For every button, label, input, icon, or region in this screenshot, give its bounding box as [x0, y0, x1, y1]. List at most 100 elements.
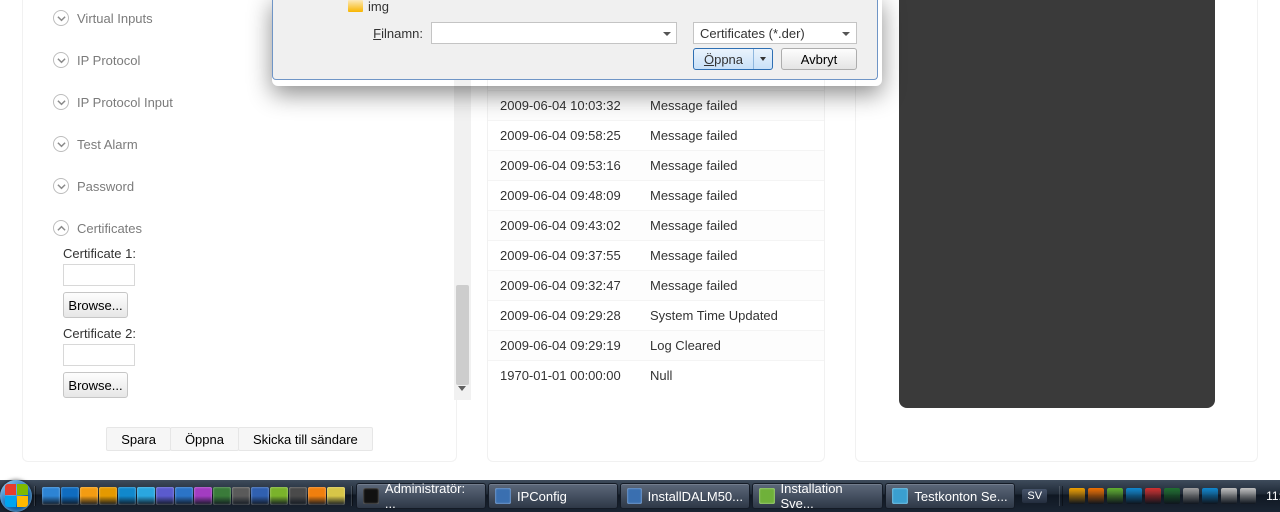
accordion-label: Test Alarm: [77, 137, 138, 152]
certificate1-label: Certificate 1:: [63, 246, 426, 261]
log-message: System Time Updated: [650, 308, 812, 323]
log-row[interactable]: 2009-06-04 09:29:19Log Cleared: [488, 330, 824, 360]
log-message: Log Cleared: [650, 338, 812, 353]
folder-list-item[interactable]: img: [348, 0, 389, 12]
log-row[interactable]: 1970-01-01 00:00:00Null: [488, 360, 824, 390]
log-time: 2009-06-04 09:43:02: [500, 218, 650, 233]
quicklaunch-icon[interactable]: [61, 487, 79, 505]
filetype-select[interactable]: Certificates (*.der): [693, 22, 857, 44]
send-button[interactable]: Skicka till sändare: [238, 427, 373, 451]
quicklaunch-icon[interactable]: [308, 487, 326, 505]
folder-icon: [348, 0, 363, 12]
log-row[interactable]: 2009-06-04 09:48:09Message failed: [488, 180, 824, 210]
accordion-item-certificates[interactable]: Certificates: [23, 214, 456, 242]
log-message: Message failed: [650, 158, 812, 173]
clock[interactable]: 11:50: [1266, 489, 1280, 503]
accordion-item-password[interactable]: Password: [23, 172, 456, 200]
preview-panel: [855, 0, 1258, 462]
taskbar-button-label: Administratör: ...: [385, 481, 479, 511]
log-time: 2009-06-04 09:32:47: [500, 278, 650, 293]
taskbar-button[interactable]: Testkonton Se...: [885, 483, 1015, 509]
log-message: Message failed: [650, 278, 812, 293]
certificate1-browse-button[interactable]: Browse...: [63, 292, 128, 318]
log-message: Message failed: [650, 128, 812, 143]
log-row[interactable]: 2009-06-04 10:03:32Message failed: [488, 90, 824, 120]
quicklaunch-icon[interactable]: [327, 487, 345, 505]
taskbar-button[interactable]: IPConfig: [488, 483, 618, 509]
quicklaunch-icon[interactable]: [42, 487, 60, 505]
certificate1-input[interactable]: [63, 264, 135, 286]
tray-icon[interactable]: [1202, 488, 1218, 504]
dialog-cancel-button[interactable]: Avbryt: [781, 48, 857, 70]
log-message: Null: [650, 368, 812, 383]
certificates-body: Certificate 1: Browse... Certificate 2: …: [23, 242, 456, 416]
preview-area: [899, 0, 1215, 408]
accordion-label: IP Protocol Input: [77, 95, 173, 110]
accordion-label: Certificates: [77, 221, 142, 236]
log-time: 2009-06-04 09:29:19: [500, 338, 650, 353]
app-icon: [759, 488, 775, 504]
accordion-item-ip-protocol-input[interactable]: IP Protocol Input: [23, 88, 456, 116]
quicklaunch-icon[interactable]: [118, 487, 136, 505]
quicklaunch-icon[interactable]: [289, 487, 307, 505]
log-time: 2009-06-04 09:48:09: [500, 188, 650, 203]
app-icon: [495, 488, 511, 504]
chevron-down-icon: [53, 136, 69, 152]
quicklaunch-icon[interactable]: [137, 487, 155, 505]
tray-icon[interactable]: [1088, 488, 1104, 504]
certificate2-browse-button[interactable]: Browse...: [63, 372, 128, 398]
chevron-up-icon: [53, 220, 69, 236]
taskbar-button-label: IPConfig: [517, 489, 567, 504]
log-row[interactable]: 2009-06-04 09:29:28System Time Updated: [488, 300, 824, 330]
chevron-down-icon: [53, 178, 69, 194]
log-row[interactable]: 2009-06-04 09:58:25Message failed: [488, 120, 824, 150]
app-icon: [363, 488, 379, 504]
tray-icon[interactable]: [1126, 488, 1142, 504]
taskbar-button[interactable]: Administratör: ...: [356, 483, 486, 509]
tray-icon[interactable]: [1240, 488, 1256, 504]
quicklaunch-icon[interactable]: [156, 487, 174, 505]
log-row[interactable]: 2009-06-04 09:43:02Message failed: [488, 210, 824, 240]
open-button[interactable]: Öppna: [170, 427, 239, 451]
filetype-value: Certificates (*.der): [700, 26, 805, 41]
log-time: 2009-06-04 09:37:55: [500, 248, 650, 263]
tray-icon[interactable]: [1221, 488, 1237, 504]
taskbar-button[interactable]: Installation Sve...: [752, 483, 883, 509]
language-indicator[interactable]: SV: [1022, 489, 1047, 503]
dialog-open-button[interactable]: Öppna: [693, 48, 773, 70]
chevron-down-icon: [53, 52, 69, 68]
quicklaunch-icon[interactable]: [80, 487, 98, 505]
taskbar-button-label: InstallDALM50...: [648, 489, 743, 504]
quicklaunch-icon[interactable]: [213, 487, 231, 505]
quicklaunch-icon[interactable]: [232, 487, 250, 505]
filename-dropdown-button[interactable]: [657, 22, 677, 44]
save-button[interactable]: Spara: [106, 427, 171, 451]
system-tray: SV 11:50: [1016, 480, 1280, 512]
taskbar-button[interactable]: InstallDALM50...: [620, 483, 750, 509]
accordion-item-test-alarm[interactable]: Test Alarm: [23, 130, 456, 158]
filename-input[interactable]: [431, 22, 676, 44]
log-row[interactable]: 2009-06-04 09:37:55Message failed: [488, 240, 824, 270]
certificate2-input[interactable]: [63, 344, 135, 366]
dialog-open-dropdown[interactable]: [754, 49, 772, 69]
quicklaunch-icon[interactable]: [194, 487, 212, 505]
windows-logo-icon: [0, 480, 32, 512]
quicklaunch-icon[interactable]: [99, 487, 117, 505]
taskbar-button-label: Testkonton Se...: [914, 489, 1007, 504]
log-time: 2009-06-04 09:53:16: [500, 158, 650, 173]
log-message: Message failed: [650, 188, 812, 203]
log-row[interactable]: 2009-06-04 09:53:16Message failed: [488, 150, 824, 180]
quicklaunch-icon[interactable]: [251, 487, 269, 505]
log-row[interactable]: 2009-06-04 09:32:47Message failed: [488, 270, 824, 300]
tray-icon[interactable]: [1069, 488, 1085, 504]
quicklaunch-icon[interactable]: [270, 487, 288, 505]
tray-icon[interactable]: [1164, 488, 1180, 504]
tray-icon[interactable]: [1145, 488, 1161, 504]
start-button[interactable]: [0, 480, 32, 512]
quicklaunch-icon[interactable]: [175, 487, 193, 505]
file-open-dialog: img Filnamn: Certificates (*.der) Öppna …: [272, 0, 878, 80]
tray-icon[interactable]: [1107, 488, 1123, 504]
tray-icon[interactable]: [1183, 488, 1199, 504]
app-icon: [627, 488, 642, 504]
certificate2-label: Certificate 2:: [63, 326, 426, 341]
